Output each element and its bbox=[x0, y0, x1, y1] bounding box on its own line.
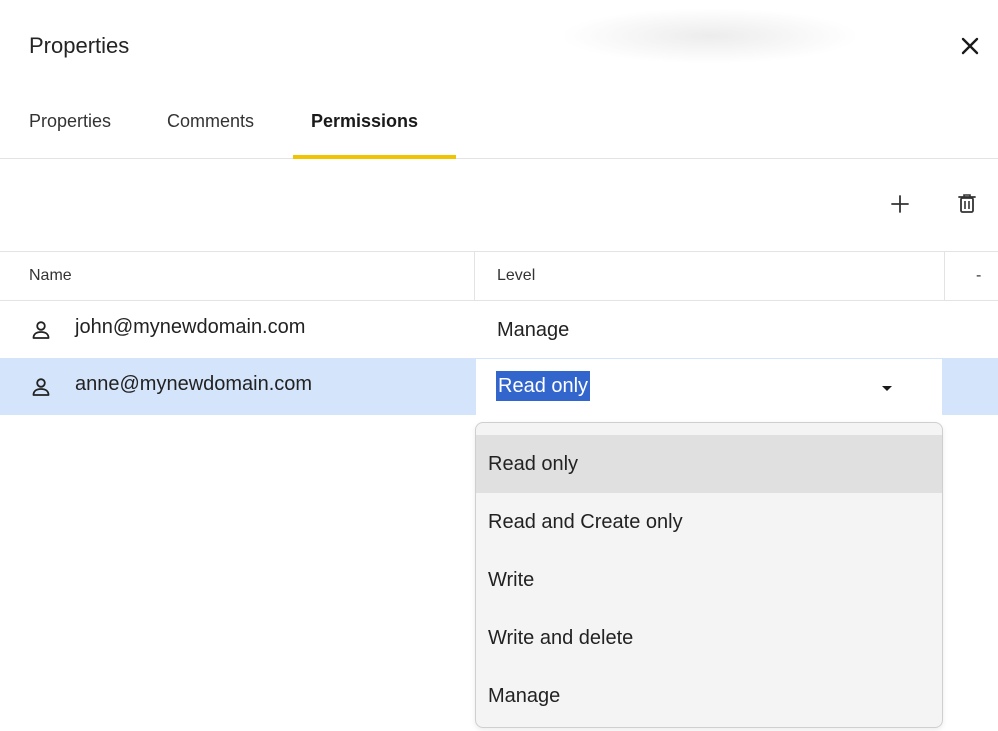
properties-panel: Properties Properties Comments Permissio… bbox=[0, 0, 998, 731]
table-row[interactable]: john@mynewdomain.com Manage bbox=[0, 301, 998, 358]
plus-icon bbox=[884, 195, 916, 224]
name-cell: john@mynewdomain.com bbox=[75, 316, 306, 338]
user-icon bbox=[30, 319, 52, 341]
tab-permissions[interactable]: Permissions bbox=[311, 111, 418, 159]
column-separator[interactable] bbox=[474, 252, 475, 300]
close-button[interactable] bbox=[956, 32, 984, 60]
user-icon bbox=[30, 376, 52, 398]
menu-option-read-and-create-only[interactable]: Read and Create only bbox=[476, 493, 942, 551]
grid-header: Name Level - bbox=[0, 251, 998, 301]
table-row-selected[interactable]: anne@mynewdomain.com Read only bbox=[0, 358, 998, 416]
trash-icon bbox=[951, 194, 983, 224]
close-icon bbox=[956, 37, 984, 64]
header-glow bbox=[560, 8, 860, 64]
column-separator[interactable] bbox=[944, 252, 945, 300]
column-header-name[interactable]: Name bbox=[29, 252, 72, 300]
caret-down-icon[interactable] bbox=[876, 377, 898, 399]
level-dropdown-menu: Read only Read and Create only Write Wri… bbox=[475, 422, 943, 728]
active-tab-indicator bbox=[293, 155, 456, 159]
panel-title: Properties bbox=[29, 33, 130, 58]
delete-permission-button[interactable] bbox=[951, 188, 983, 220]
level-select-editor[interactable]: Read only bbox=[476, 359, 942, 416]
level-select-value[interactable]: Read only bbox=[496, 371, 591, 401]
tab-comments[interactable]: Comments bbox=[167, 111, 254, 159]
panel-header: Properties bbox=[0, 0, 998, 95]
menu-option-read-only[interactable]: Read only bbox=[476, 435, 942, 493]
column-header-extra[interactable]: - bbox=[976, 252, 981, 300]
tab-properties[interactable]: Properties bbox=[29, 111, 111, 159]
name-cell: anne@mynewdomain.com bbox=[75, 373, 313, 395]
add-permission-button[interactable] bbox=[884, 188, 916, 220]
level-cell: Manage bbox=[497, 319, 570, 341]
column-header-level[interactable]: Level bbox=[497, 252, 535, 300]
menu-option-write[interactable]: Write bbox=[476, 551, 942, 609]
menu-option-manage[interactable]: Manage bbox=[476, 667, 942, 725]
tab-bar: Properties Comments Permissions bbox=[0, 95, 998, 159]
menu-option-write-and-delete[interactable]: Write and delete bbox=[476, 609, 942, 667]
